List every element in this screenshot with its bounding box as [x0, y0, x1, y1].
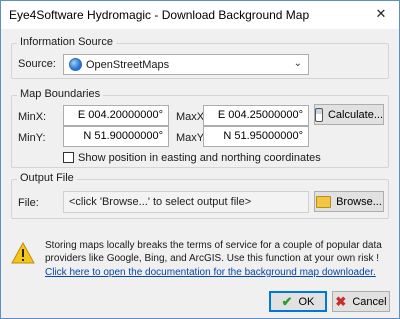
warning-line-2: providers like Google, Bing, and ArcGIS.… — [45, 253, 380, 264]
source-select-value: OpenStreetMaps — [86, 58, 170, 71]
maxy-label: MaxY: — [176, 132, 207, 144]
output-file-path: <click 'Browse...' to select output file… — [63, 191, 309, 213]
information-source-label: Information Source — [17, 36, 116, 48]
maxx-field[interactable]: E 004.25000000° — [203, 105, 309, 126]
documentation-link[interactable]: Click here to open the documentation for… — [45, 266, 376, 279]
miny-field[interactable]: N 51.90000000° — [63, 126, 169, 147]
calculator-icon — [315, 107, 323, 122]
minx-label: MinX: — [18, 111, 47, 123]
warning-icon — [11, 242, 35, 264]
map-boundaries-label: Map Boundaries — [17, 88, 104, 100]
cancel-x-icon: ✖ — [335, 293, 347, 309]
output-file-label: Output File — [17, 172, 77, 184]
title-bar: Eye4Software Hydromagic - Download Backg… — [1, 1, 399, 29]
close-button[interactable]: ✕ — [367, 3, 395, 25]
maxy-field[interactable]: N 51.95000000° — [203, 126, 309, 147]
warning-line-1: Storing maps locally breaks the terms of… — [45, 240, 382, 251]
source-label: Source: — [18, 58, 56, 70]
miny-label: MinY: — [18, 132, 46, 144]
browse-button[interactable]: Browse... — [314, 191, 384, 212]
browse-button-label: Browse... — [336, 195, 382, 208]
cancel-button-label: Cancel — [352, 295, 387, 308]
minx-field[interactable]: E 004.20000000° — [63, 105, 169, 126]
easting-northing-checkbox[interactable] — [63, 152, 74, 163]
ok-button-label: OK — [298, 295, 315, 308]
checkmark-icon: ✔ — [281, 293, 293, 309]
dialog-window: Eye4Software Hydromagic - Download Backg… — [0, 0, 400, 319]
calculate-button[interactable]: Calculate... — [314, 104, 384, 125]
window-title: Eye4Software Hydromagic - Download Backg… — [9, 8, 310, 22]
cancel-button[interactable]: ✖ Cancel — [332, 291, 390, 312]
chevron-down-icon: ⌄ — [293, 58, 302, 69]
globe-icon — [69, 58, 82, 71]
file-label: File: — [18, 197, 39, 209]
folder-icon — [316, 195, 332, 208]
calculate-button-label: Calculate... — [327, 108, 383, 121]
easting-northing-checkbox-label[interactable]: Show position in easting and northing co… — [78, 152, 321, 164]
source-select[interactable]: OpenStreetMaps ⌄ — [63, 54, 309, 75]
ok-button[interactable]: ✔ OK — [269, 291, 327, 312]
